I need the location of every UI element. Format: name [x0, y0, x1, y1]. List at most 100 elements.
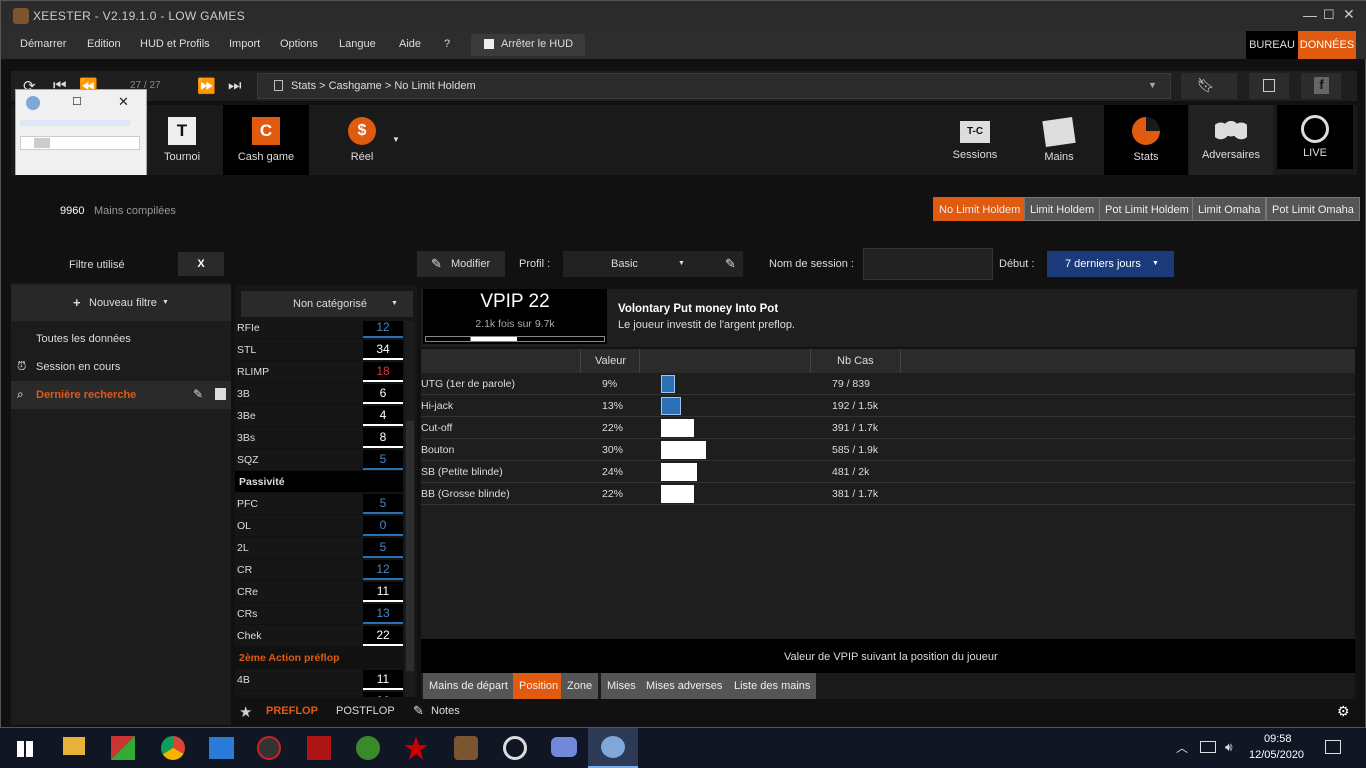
- menu-hud-profils[interactable]: HUD et Profils: [140, 38, 210, 50]
- stat-row[interactable]: STL 34: [235, 339, 403, 361]
- postflop-tab[interactable]: POSTFLOP: [336, 705, 395, 717]
- tray-chevron-icon[interactable]: ︿: [1176, 739, 1188, 756]
- mini-close-icon[interactable]: ✕: [118, 94, 129, 110]
- app-grid-icon[interactable]: [111, 736, 135, 760]
- minimize-icon[interactable]: —: [1303, 7, 1317, 23]
- cashgame-button[interactable]: C Cash game: [223, 105, 309, 175]
- category-select[interactable]: Non catégorisé ▼: [241, 291, 413, 317]
- table-row[interactable]: Bouton 30% 585 / 1.9k: [421, 439, 1355, 461]
- hud-toggle-button[interactable]: Arrêter le HUD: [471, 34, 585, 56]
- gear-icon[interactable]: ⚙: [1337, 703, 1350, 720]
- obs-icon[interactable]: [503, 736, 527, 760]
- windows-start-icon[interactable]: [17, 741, 33, 757]
- copy-icon[interactable]: [215, 388, 226, 400]
- speaker-icon[interactable]: 🔊︎: [1225, 740, 1233, 755]
- edit-icon[interactable]: ✎: [193, 387, 203, 401]
- profile-select[interactable]: Basic ▼ ✎: [563, 251, 743, 277]
- menu-aide[interactable]: Aide: [399, 38, 421, 50]
- donnees-button[interactable]: DONNÉES: [1298, 31, 1356, 59]
- stats-button[interactable]: Stats: [1104, 105, 1188, 175]
- menu-demarrer[interactable]: Démarrer: [20, 38, 66, 50]
- stat-row[interactable]: Chek 22: [235, 625, 403, 647]
- menu-edition[interactable]: Edition: [87, 38, 121, 50]
- game-plh-button[interactable]: Pot Limit Holdem: [1099, 197, 1195, 221]
- table-row[interactable]: UTG (1er de parole) 9% 79 / 839: [421, 373, 1355, 395]
- last-search-item[interactable]: ⌕ Dernière recherche ✎: [11, 381, 231, 409]
- stat-row[interactable]: 3Be 4: [235, 405, 403, 427]
- close-icon[interactable]: ✕: [1343, 6, 1355, 23]
- stat-row[interactable]: OL 0: [235, 515, 403, 537]
- breadcrumb[interactable]: Stats > Cashgame > No Limit Holdem ▼: [257, 73, 1171, 99]
- scroll-thumb[interactable]: [406, 421, 414, 671]
- bureau-button[interactable]: BUREAU: [1246, 31, 1298, 59]
- menu-langue[interactable]: Langue: [339, 38, 376, 50]
- stat-row[interactable]: SQZ 5: [235, 449, 403, 471]
- tab-mises-adverses[interactable]: Mises adverses: [640, 673, 729, 699]
- mini-window[interactable]: ☐ ✕: [15, 89, 147, 181]
- game-plo-button[interactable]: Pot Limit Omaha: [1266, 197, 1360, 221]
- discord-icon[interactable]: [551, 737, 577, 757]
- all-data-item[interactable]: Toutes les données: [36, 333, 131, 345]
- clock-time[interactable]: 09:58: [1264, 733, 1292, 745]
- clock-date[interactable]: 12/05/2020: [1249, 749, 1304, 761]
- chevron-down-icon[interactable]: ▼: [1148, 80, 1157, 90]
- live-button[interactable]: LIVE: [1277, 105, 1353, 169]
- tab-mises[interactable]: Mises: [601, 673, 642, 699]
- stat-row[interactable]: 3Bs 8: [235, 427, 403, 449]
- stat-row[interactable]: 4B 11: [235, 669, 403, 691]
- stat-row[interactable]: PFC 5: [235, 493, 403, 515]
- modify-button[interactable]: ✎ Modifier: [417, 251, 505, 277]
- pokerstars-icon[interactable]: [404, 736, 428, 760]
- preflop-tab[interactable]: PREFLOP: [266, 705, 318, 717]
- notification-icon[interactable]: [1325, 740, 1341, 754]
- stat-row[interactable]: RFIe 12: [235, 321, 403, 339]
- sessions-button[interactable]: T-C Sessions: [945, 105, 1005, 175]
- mains-button[interactable]: Mains: [1031, 105, 1087, 175]
- xeester-icon[interactable]: [454, 736, 478, 760]
- poker-client-icon[interactable]: [257, 736, 281, 760]
- checkbox-icon[interactable]: [484, 39, 494, 49]
- menu-help[interactable]: ?: [444, 38, 450, 50]
- stats-scrollbar[interactable]: [405, 321, 415, 697]
- menu-import[interactable]: Import: [229, 38, 260, 50]
- start-select[interactable]: 7 derniers jours ▼: [1047, 251, 1174, 277]
- stat-row[interactable]: CRs 13: [235, 603, 403, 625]
- tab-position[interactable]: Position: [513, 673, 565, 699]
- session-item[interactable]: Session en cours: [36, 361, 120, 373]
- pencil-icon[interactable]: ✎: [725, 256, 736, 272]
- tab-mains-de-d-part[interactable]: Mains de départ: [423, 673, 514, 699]
- chrome-icon[interactable]: [161, 736, 185, 760]
- bookmark-button[interactable]: 🔖︎: [1181, 73, 1237, 99]
- tab-liste-des-mains[interactable]: Liste des mains: [728, 673, 817, 699]
- stat-row[interactable]: RLIMP 18: [235, 361, 403, 383]
- game-nlh-button[interactable]: No Limit Holdem: [933, 197, 1027, 221]
- reel-chevron-icon[interactable]: ▼: [392, 135, 400, 144]
- session-name-input[interactable]: [863, 248, 993, 280]
- tournoi-button[interactable]: T Tournoi: [151, 105, 213, 175]
- stat-row[interactable]: CR 12: [235, 559, 403, 581]
- adversaires-button[interactable]: Adversaires: [1189, 105, 1273, 175]
- table-row[interactable]: SB (Petite blinde) 24% 481 / 2k: [421, 461, 1355, 483]
- maximize-icon[interactable]: ☐: [1323, 7, 1335, 23]
- new-filter-button[interactable]: + Nouveau filtre ▼: [11, 285, 231, 321]
- mini-maximize-icon[interactable]: ☐: [72, 95, 82, 108]
- facebook-button[interactable]: f: [1301, 73, 1341, 99]
- stat-row[interactable]: C@3B 26: [235, 691, 403, 697]
- browser-icon[interactable]: [209, 737, 234, 759]
- notes-tab[interactable]: Notes: [431, 705, 460, 717]
- clear-filter-button[interactable]: X: [178, 252, 224, 276]
- notes-button[interactable]: [1249, 73, 1289, 99]
- winamax-icon[interactable]: [307, 736, 331, 760]
- table-row[interactable]: Cut-off 22% 391 / 1.7k: [421, 417, 1355, 439]
- table-row[interactable]: BB (Grosse blinde) 22% 381 / 1.7k: [421, 483, 1355, 505]
- paint-taskbar-button[interactable]: [588, 728, 638, 768]
- stat-row[interactable]: 2L 5: [235, 537, 403, 559]
- file-explorer-icon[interactable]: [63, 737, 85, 755]
- stat-row[interactable]: 3B 6: [235, 383, 403, 405]
- table-row[interactable]: Hi-jack 13% 192 / 1.5k: [421, 395, 1355, 417]
- game-lo-button[interactable]: Limit Omaha: [1192, 197, 1267, 221]
- battery-icon[interactable]: [1200, 741, 1216, 753]
- reel-button[interactable]: $ Réel: [333, 105, 391, 175]
- scroll-thumb[interactable]: [34, 138, 50, 148]
- next-icon[interactable]: ⏩: [197, 77, 216, 95]
